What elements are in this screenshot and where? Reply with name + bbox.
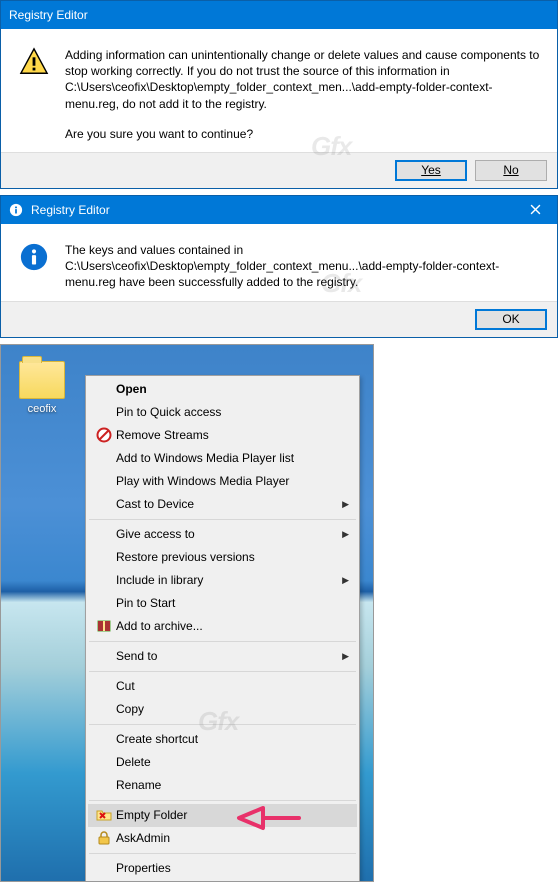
dialog-title: Registry Editor: [31, 203, 110, 217]
menu-item-label: Copy: [116, 702, 337, 716]
menu-item-label: Cut: [116, 679, 337, 693]
menu-item-give-access-to[interactable]: Give access to ▶: [88, 523, 357, 546]
menu-item-open[interactable]: Open: [88, 378, 357, 401]
menu-item-play-with-windows-media-player[interactable]: Play with Windows Media Player: [88, 470, 357, 493]
menu-item-label: Pin to Start: [116, 596, 337, 610]
menu-item-label: Play with Windows Media Player: [116, 474, 337, 488]
menu-item-cast-to-device[interactable]: Cast to Device ▶: [88, 493, 357, 516]
info-icon: [19, 242, 51, 291]
menu-item-pin-to-start[interactable]: Pin to Start: [88, 592, 357, 615]
button-row: OK: [1, 301, 557, 337]
menu-item-label: Properties: [116, 861, 337, 875]
info-dialog: Registry Editor The keys and values cont…: [0, 195, 558, 338]
menu-item-label: Create shortcut: [116, 732, 337, 746]
archive-icon: [92, 618, 116, 634]
no-button[interactable]: No: [475, 160, 547, 181]
yes-button[interactable]: Yes: [395, 160, 467, 181]
folder-x-icon: [92, 807, 116, 823]
menu-item-label: Include in library: [116, 573, 337, 587]
menu-item-label: Add to archive...: [116, 619, 337, 633]
submenu-arrow-icon: ▶: [342, 499, 349, 510]
menu-item-label: Open: [116, 382, 337, 396]
menu-item-properties[interactable]: Properties: [88, 857, 357, 880]
context-menu: Open Pin to Quick access Remove Streams Add…: [85, 375, 360, 882]
submenu-arrow-icon: ▶: [342, 575, 349, 586]
desktop-area: ceofix Open Pin to Quick access Remove Str…: [0, 344, 374, 882]
menu-item-cut[interactable]: Cut: [88, 675, 357, 698]
menu-item-label: Empty Folder: [116, 808, 337, 822]
close-button[interactable]: [513, 196, 557, 224]
no-entry-icon: [92, 427, 116, 443]
menu-item-send-to[interactable]: Send to ▶: [88, 645, 357, 668]
menu-item-add-to-archive[interactable]: Add to archive...: [88, 615, 357, 638]
titlebar: Registry Editor: [1, 1, 557, 29]
menu-item-label: Delete: [116, 755, 337, 769]
menu-item-label: Pin to Quick access: [116, 405, 337, 419]
folder-label: ceofix: [9, 403, 75, 415]
button-row: Yes No: [1, 152, 557, 188]
dialog-text: Adding information can unintentionally c…: [65, 47, 543, 142]
menu-item-include-in-library[interactable]: Include in library ▶: [88, 569, 357, 592]
menu-separator: [89, 641, 356, 642]
warning-dialog: Registry Editor Adding information can u…: [0, 0, 558, 189]
menu-item-label: Rename: [116, 778, 337, 792]
ok-button[interactable]: OK: [475, 309, 547, 330]
menu-separator: [89, 519, 356, 520]
menu-item-label: Add to Windows Media Player list: [116, 451, 337, 465]
submenu-arrow-icon: ▶: [342, 651, 349, 662]
menu-item-rename[interactable]: Rename: [88, 774, 357, 797]
menu-item-delete[interactable]: Delete: [88, 751, 357, 774]
menu-item-label: AskAdmin: [116, 831, 337, 845]
menu-item-label: Give access to: [116, 527, 337, 541]
menu-separator: [89, 800, 356, 801]
menu-item-empty-folder[interactable]: Empty Folder: [88, 804, 357, 827]
menu-separator: [89, 671, 356, 672]
folder-icon: [19, 361, 65, 399]
titlebar: Registry Editor: [1, 196, 557, 224]
menu-item-label: Send to: [116, 649, 337, 663]
warning-icon: [19, 47, 51, 142]
menu-item-copy[interactable]: Copy: [88, 698, 357, 721]
menu-separator: [89, 724, 356, 725]
menu-item-restore-previous-versions[interactable]: Restore previous versions: [88, 546, 357, 569]
menu-item-label: Restore previous versions: [116, 550, 337, 564]
menu-item-create-shortcut[interactable]: Create shortcut: [88, 728, 357, 751]
menu-item-label: Remove Streams: [116, 428, 337, 442]
submenu-arrow-icon: ▶: [342, 529, 349, 540]
menu-separator: [89, 853, 356, 854]
menu-item-pin-to-quick-access[interactable]: Pin to Quick access: [88, 401, 357, 424]
desktop-folder[interactable]: ceofix: [9, 361, 75, 415]
menu-item-label: Cast to Device: [116, 497, 337, 511]
arrow-annotation: [233, 800, 303, 836]
menu-item-remove-streams[interactable]: Remove Streams: [88, 424, 357, 447]
lock-icon: [92, 830, 116, 846]
menu-item-add-to-windows-media-player-list[interactable]: Add to Windows Media Player list: [88, 447, 357, 470]
dialog-title: Registry Editor: [9, 8, 88, 22]
info-title-icon: [9, 203, 23, 217]
menu-item-askadmin[interactable]: AskAdmin: [88, 827, 357, 850]
dialog-text: The keys and values contained in C:\User…: [65, 242, 543, 291]
